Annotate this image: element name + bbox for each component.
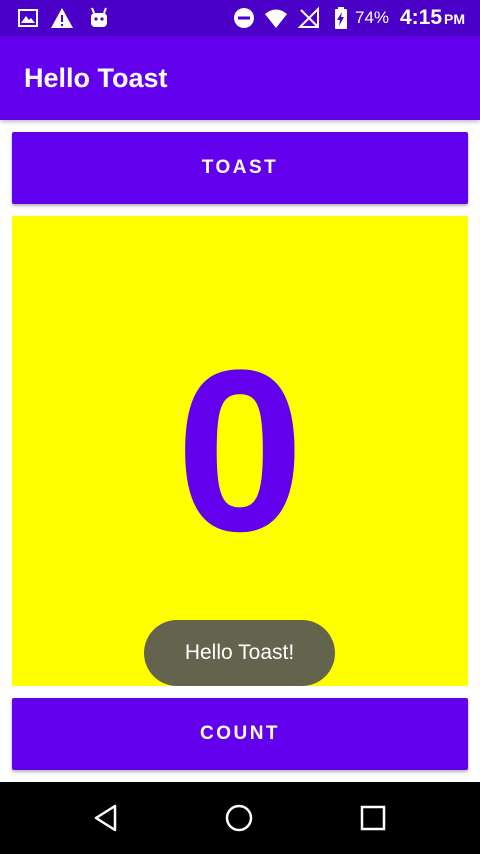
battery-charging-icon <box>329 6 353 30</box>
count-value: 0 <box>176 322 304 579</box>
toast-message: Hello Toast! <box>144 620 335 686</box>
battery-percent: 74% <box>355 8 390 27</box>
no-signal-icon <box>297 6 321 30</box>
navigation-bar <box>0 782 480 854</box>
back-icon[interactable] <box>88 800 124 836</box>
app-bar: Hello Toast <box>0 36 480 120</box>
toast-button[interactable]: TOAST <box>12 132 468 204</box>
warning-icon <box>50 6 74 30</box>
clock-time: 4:15 <box>400 6 443 29</box>
gallery-icon <box>16 6 40 30</box>
count-display: 0 <box>12 216 468 686</box>
wifi-icon <box>264 6 288 30</box>
do-not-disturb-icon <box>232 6 256 30</box>
home-icon[interactable] <box>221 800 257 836</box>
android-icon <box>87 6 111 30</box>
clock-ampm: PM <box>444 11 466 27</box>
status-bar: 74% 4:15 PM <box>0 0 480 36</box>
app-title: Hello Toast <box>24 63 168 93</box>
count-button[interactable]: COUNT <box>12 698 468 770</box>
recents-icon[interactable] <box>355 800 391 836</box>
clock: 4:15 PM <box>400 6 465 31</box>
